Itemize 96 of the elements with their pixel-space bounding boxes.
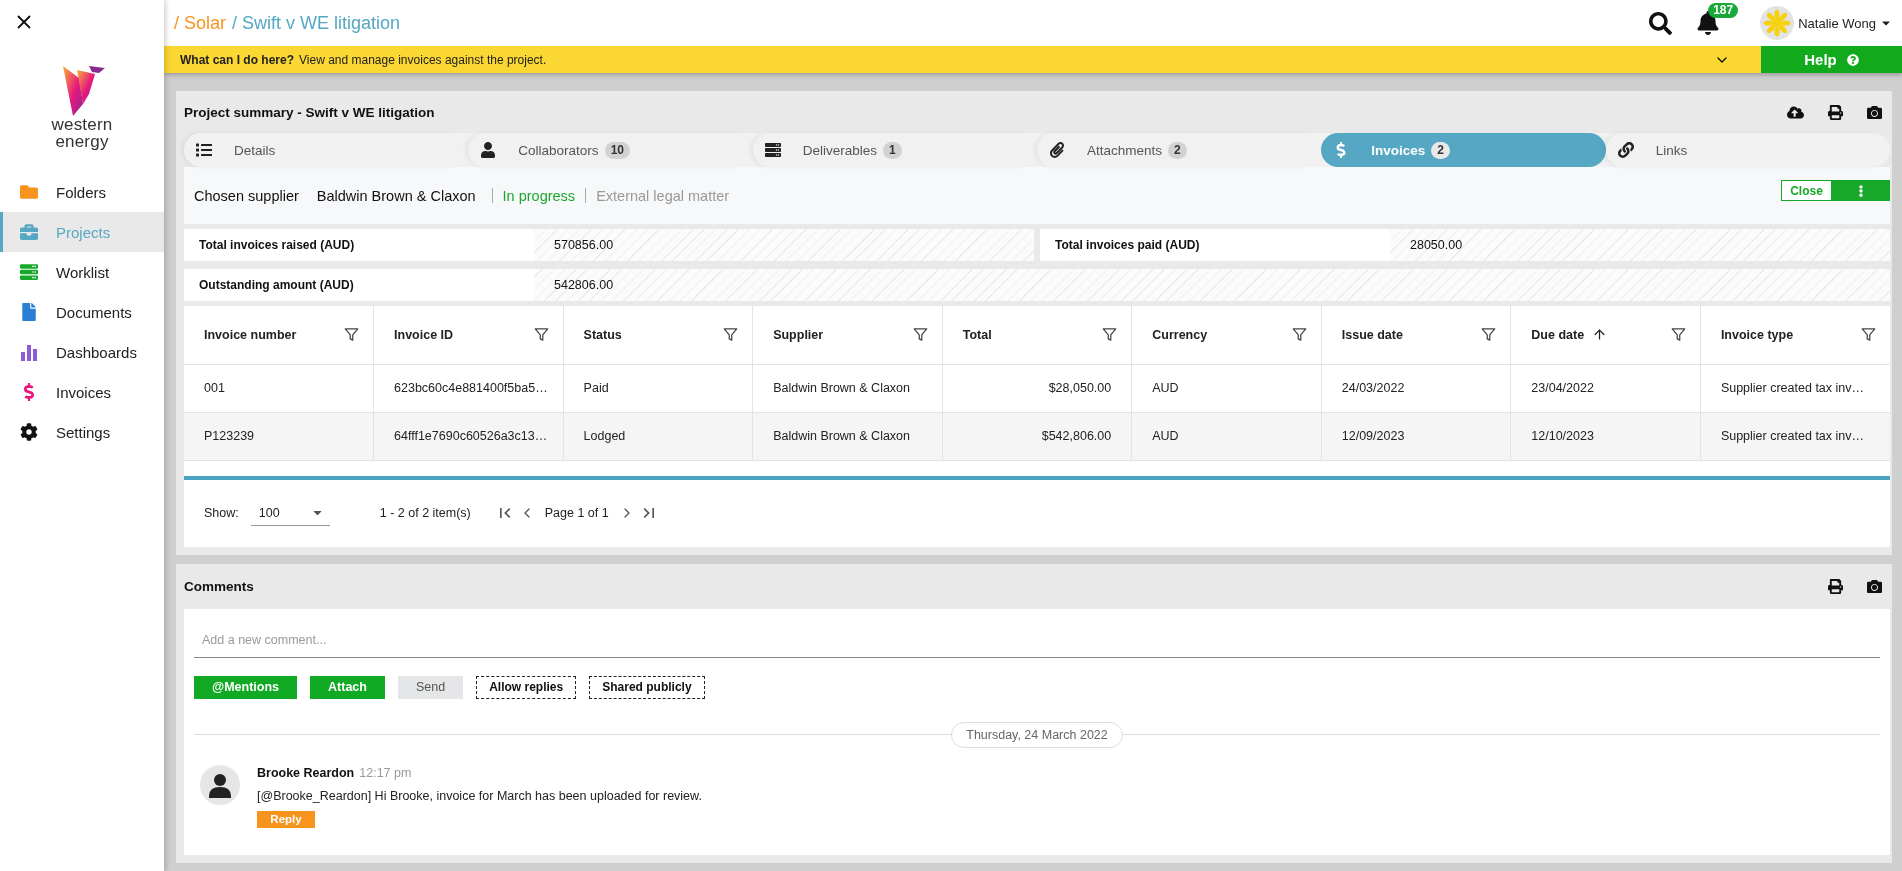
nav-item[interactable]: Invoices <box>0 372 164 412</box>
notification-badge: 187 <box>1708 3 1739 18</box>
panel-title: Project summary - Swift v WE litigation <box>184 104 435 120</box>
settings-icon <box>20 423 38 441</box>
print-icon[interactable] <box>1828 104 1843 120</box>
filter-icon[interactable] <box>344 327 360 343</box>
nav-item[interactable]: Settings <box>0 412 164 452</box>
filter-icon[interactable] <box>723 327 739 343</box>
table-cell: 24/03/2022 <box>1321 364 1511 412</box>
table-cell: 23/04/2022 <box>1510 364 1701 412</box>
column-header[interactable]: Invoice type <box>1700 306 1890 364</box>
total-label: Total invoices raised (AUD) <box>184 229 534 261</box>
matter-type: External legal matter <box>596 187 730 204</box>
filter-icon[interactable] <box>1291 327 1307 343</box>
supplier-label: Chosen supplier <box>194 187 299 204</box>
column-header[interactable]: Invoice number <box>184 306 374 364</box>
supplier-name: Baldwin Brown & Claxon <box>316 187 476 204</box>
total-label: Total invoices paid (AUD) <box>1040 229 1390 261</box>
table-cell: Lodged <box>563 412 753 460</box>
comment-author: Brooke Reardon <box>257 764 355 782</box>
logo-text: western <box>51 116 113 133</box>
camera-icon[interactable] <box>1867 104 1882 120</box>
comment-time: 12:17 pm <box>359 764 412 782</box>
table-cell: AUD <box>1131 412 1322 460</box>
link-icon <box>1617 142 1634 158</box>
table-cell: Supplier created tax inv… <box>1700 412 1890 460</box>
table-cell: AUD <box>1131 364 1322 412</box>
search-icon[interactable] <box>1649 11 1673 35</box>
count-badge: 1 <box>882 141 902 159</box>
paperclip-icon <box>1049 142 1065 158</box>
filter-icon[interactable] <box>1670 327 1686 343</box>
document-icon <box>20 303 38 321</box>
filter-icon[interactable] <box>1102 327 1118 343</box>
count-badge: 10 <box>604 141 630 159</box>
camera-icon[interactable] <box>1867 578 1882 594</box>
list-icon <box>196 142 212 158</box>
stacked-rows-icon <box>20 263 38 281</box>
column-header[interactable]: Due date <box>1510 306 1701 364</box>
column-header[interactable]: Issue date <box>1321 306 1511 364</box>
help-question: What can I do here? <box>180 52 294 67</box>
table-cell: Baldwin Brown & Claxon <box>752 412 943 460</box>
table-cell: P123239 <box>184 412 374 460</box>
count-badge: 2 <box>1168 141 1187 159</box>
table-cell: 12/10/2023 <box>1510 412 1701 460</box>
tab[interactable]: Collaborators 10 <box>468 133 753 167</box>
comment-text: [@Brooke_Reardon] Hi Brooke, invoice for March has been uploaded for review. <box>257 787 702 805</box>
user-name[interactable]: Natalie Wong <box>1798 15 1876 31</box>
table-cell: $28,050.00 <box>942 364 1132 412</box>
print-icon[interactable] <box>1828 578 1843 594</box>
page-indicator: Page 1 of 1 <box>544 506 609 520</box>
nav-item[interactable]: Dashboards <box>0 332 164 372</box>
shared-publicly-toggle[interactable]: Shared publicly <box>589 675 705 699</box>
column-header[interactable]: Supplier <box>752 306 943 364</box>
count-badge: 2 <box>1431 141 1451 159</box>
status-text: In progress <box>502 187 576 204</box>
stacked-rows-icon <box>764 142 781 158</box>
table-cell: 623bc60c4e881400f5ba5… <box>373 364 564 412</box>
table-cell: 12/09/2023 <box>1321 412 1511 460</box>
show-label: Show: <box>204 506 239 520</box>
filter-icon[interactable] <box>1861 327 1876 343</box>
folder-icon <box>20 183 38 201</box>
total-label: Outstanding amount (AUD) <box>184 269 534 301</box>
tab[interactable]: Invoices 2 <box>1321 133 1606 167</box>
tab[interactable]: Details <box>184 133 469 167</box>
item-range: 1 - 2 of 2 item(s) <box>379 506 471 520</box>
page-size-select[interactable]: 100 <box>250 500 330 526</box>
column-header[interactable]: Currency <box>1131 306 1322 364</box>
tab[interactable]: Links <box>1605 133 1890 167</box>
nav-item[interactable]: Worklist <box>0 252 164 292</box>
allow-replies-toggle[interactable]: Allow replies <box>476 675 577 699</box>
nav-item[interactable]: Documents <box>0 292 164 332</box>
logo-text: energy <box>55 133 109 150</box>
column-header[interactable]: Total <box>942 306 1132 364</box>
total-value: 570856.00 <box>534 229 1034 261</box>
nav-item[interactable]: Folders <box>0 172 164 212</box>
column-header[interactable]: Invoice ID <box>373 306 564 364</box>
table-cell: 64fff1e7690c60526a3c13… <box>373 412 564 460</box>
tab[interactable]: Deliverables 1 <box>752 133 1037 167</box>
table-cell: Baldwin Brown & Claxon <box>752 364 943 412</box>
help-text: View and manage invoices against the project. <box>299 52 547 67</box>
column-header[interactable]: Status <box>563 306 753 364</box>
panel-title: Comments <box>184 578 254 594</box>
filter-icon[interactable] <box>912 327 928 343</box>
person-icon <box>480 142 497 158</box>
table-cell: $542,806.00 <box>942 412 1132 460</box>
table-cell: Supplier created tax inv… <box>1700 364 1890 412</box>
user-silhouette-icon <box>200 764 240 805</box>
bar-chart-icon <box>20 343 38 361</box>
total-value: 542806.00 <box>534 269 1890 301</box>
filter-icon[interactable] <box>533 327 549 343</box>
tab[interactable]: Attachments 2 <box>1037 133 1322 167</box>
table-cell: 001 <box>184 364 374 412</box>
briefcase-icon <box>20 223 38 241</box>
total-value: 28050.00 <box>1390 229 1890 261</box>
table-cell: Paid <box>563 364 753 412</box>
filter-icon[interactable] <box>1481 327 1497 343</box>
